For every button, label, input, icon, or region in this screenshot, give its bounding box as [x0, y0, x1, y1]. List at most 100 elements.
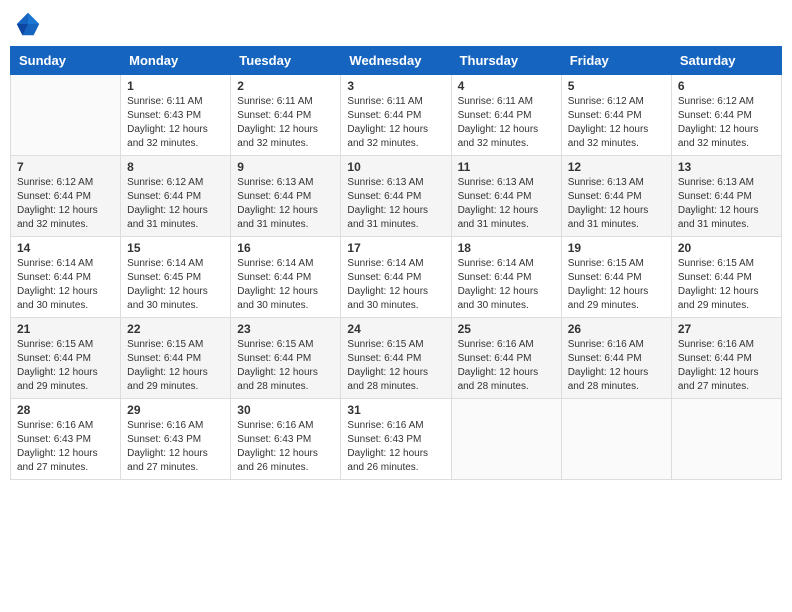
calendar-cell: [451, 399, 561, 480]
day-number: 11: [458, 160, 555, 174]
day-info: Sunrise: 6:14 AM Sunset: 6:45 PM Dayligh…: [127, 257, 224, 313]
calendar-cell: 10 Sunrise: 6:13 AM Sunset: 6:44 PM Dayli…: [341, 156, 451, 237]
day-info: Sunrise: 6:16 AM Sunset: 6:44 PM Dayligh…: [568, 338, 665, 394]
day-number: 14: [17, 241, 114, 255]
calendar-header-saturday: Saturday: [671, 47, 781, 75]
day-info: Sunrise: 6:16 AM Sunset: 6:43 PM Dayligh…: [237, 419, 334, 475]
day-number: 15: [127, 241, 224, 255]
day-number: 24: [347, 322, 444, 336]
day-number: 27: [678, 322, 775, 336]
calendar-cell: 1 Sunrise: 6:11 AM Sunset: 6:43 PM Daylig…: [121, 75, 231, 156]
day-number: 22: [127, 322, 224, 336]
day-number: 29: [127, 403, 224, 417]
day-number: 1: [127, 79, 224, 93]
day-info: Sunrise: 6:13 AM Sunset: 6:44 PM Dayligh…: [678, 176, 775, 232]
day-info: Sunrise: 6:11 AM Sunset: 6:43 PM Dayligh…: [127, 95, 224, 151]
page-header: [10, 10, 782, 38]
logo-icon: [14, 10, 42, 38]
day-info: Sunrise: 6:13 AM Sunset: 6:44 PM Dayligh…: [568, 176, 665, 232]
calendar-cell: 15 Sunrise: 6:14 AM Sunset: 6:45 PM Dayli…: [121, 237, 231, 318]
day-info: Sunrise: 6:15 AM Sunset: 6:44 PM Dayligh…: [678, 257, 775, 313]
calendar-cell: 12 Sunrise: 6:13 AM Sunset: 6:44 PM Dayli…: [561, 156, 671, 237]
day-info: Sunrise: 6:16 AM Sunset: 6:44 PM Dayligh…: [678, 338, 775, 394]
calendar-cell: 22 Sunrise: 6:15 AM Sunset: 6:44 PM Dayli…: [121, 318, 231, 399]
day-number: 31: [347, 403, 444, 417]
day-number: 5: [568, 79, 665, 93]
day-info: Sunrise: 6:11 AM Sunset: 6:44 PM Dayligh…: [458, 95, 555, 151]
logo: [14, 10, 46, 38]
calendar-header-friday: Friday: [561, 47, 671, 75]
calendar-cell: 23 Sunrise: 6:15 AM Sunset: 6:44 PM Dayli…: [231, 318, 341, 399]
day-info: Sunrise: 6:12 AM Sunset: 6:44 PM Dayligh…: [568, 95, 665, 151]
day-number: 28: [17, 403, 114, 417]
day-info: Sunrise: 6:15 AM Sunset: 6:44 PM Dayligh…: [347, 338, 444, 394]
day-info: Sunrise: 6:12 AM Sunset: 6:44 PM Dayligh…: [678, 95, 775, 151]
calendar-header-tuesday: Tuesday: [231, 47, 341, 75]
calendar-week-4: 21 Sunrise: 6:15 AM Sunset: 6:44 PM Dayli…: [11, 318, 782, 399]
calendar-cell: 17 Sunrise: 6:14 AM Sunset: 6:44 PM Dayli…: [341, 237, 451, 318]
calendar-cell: 2 Sunrise: 6:11 AM Sunset: 6:44 PM Daylig…: [231, 75, 341, 156]
day-number: 30: [237, 403, 334, 417]
calendar-cell: 18 Sunrise: 6:14 AM Sunset: 6:44 PM Dayli…: [451, 237, 561, 318]
calendar-cell: 13 Sunrise: 6:13 AM Sunset: 6:44 PM Dayli…: [671, 156, 781, 237]
day-info: Sunrise: 6:16 AM Sunset: 6:43 PM Dayligh…: [127, 419, 224, 475]
day-number: 18: [458, 241, 555, 255]
day-number: 23: [237, 322, 334, 336]
day-info: Sunrise: 6:11 AM Sunset: 6:44 PM Dayligh…: [237, 95, 334, 151]
day-number: 7: [17, 160, 114, 174]
calendar-cell: 5 Sunrise: 6:12 AM Sunset: 6:44 PM Daylig…: [561, 75, 671, 156]
day-number: 20: [678, 241, 775, 255]
calendar-cell: 8Sunrise: 6:12 AM Sunset: 6:44 PM Daylig…: [121, 156, 231, 237]
day-info: Sunrise: 6:13 AM Sunset: 6:44 PM Dayligh…: [237, 176, 334, 232]
calendar-cell: 14 Sunrise: 6:14 AM Sunset: 6:44 PM Dayli…: [11, 237, 121, 318]
day-number: 9: [237, 160, 334, 174]
day-info: Sunrise: 6:14 AM Sunset: 6:44 PM Dayligh…: [17, 257, 114, 313]
calendar-table: SundayMondayTuesdayWednesdayThursdayFrid…: [10, 46, 782, 480]
day-info: Sunrise: 6:16 AM Sunset: 6:43 PM Dayligh…: [17, 419, 114, 475]
calendar-cell: 27 Sunrise: 6:16 AM Sunset: 6:44 PM Dayli…: [671, 318, 781, 399]
calendar-cell: 19Sunrise: 6:15 AM Sunset: 6:44 PM Dayli…: [561, 237, 671, 318]
day-number: 12: [568, 160, 665, 174]
calendar-header-thursday: Thursday: [451, 47, 561, 75]
calendar-cell: 11 Sunrise: 6:13 AM Sunset: 6:44 PM Dayli…: [451, 156, 561, 237]
day-number: 2: [237, 79, 334, 93]
calendar-cell: 26 Sunrise: 6:16 AM Sunset: 6:44 PM Dayli…: [561, 318, 671, 399]
calendar-cell: [671, 399, 781, 480]
calendar-cell: 21Sunrise: 6:15 AM Sunset: 6:44 PM Dayli…: [11, 318, 121, 399]
calendar-cell: 31 Sunrise: 6:16 AM Sunset: 6:43 PM Dayli…: [341, 399, 451, 480]
day-number: 19: [568, 241, 665, 255]
day-info: Sunrise: 6:12 AM Sunset: 6:44 PM Dayligh…: [17, 176, 114, 232]
day-info: Sunrise: 6:15 AM Sunset: 6:44 PM Dayligh…: [127, 338, 224, 394]
day-info: Sunrise: 6:16 AM Sunset: 6:43 PM Dayligh…: [347, 419, 444, 475]
calendar-cell: 6 Sunrise: 6:12 AM Sunset: 6:44 PM Daylig…: [671, 75, 781, 156]
day-info: Sunrise: 6:11 AM Sunset: 6:44 PM Dayligh…: [347, 95, 444, 151]
day-info: Sunrise: 6:13 AM Sunset: 6:44 PM Dayligh…: [347, 176, 444, 232]
day-info: Sunrise: 6:15 AM Sunset: 6:44 PM Dayligh…: [237, 338, 334, 394]
day-number: 17: [347, 241, 444, 255]
calendar-week-5: 28 Sunrise: 6:16 AM Sunset: 6:43 PM Dayli…: [11, 399, 782, 480]
calendar-cell: 25Sunrise: 6:16 AM Sunset: 6:44 PM Dayli…: [451, 318, 561, 399]
calendar-week-3: 14 Sunrise: 6:14 AM Sunset: 6:44 PM Dayli…: [11, 237, 782, 318]
calendar-cell: 7 Sunrise: 6:12 AM Sunset: 6:44 PM Daylig…: [11, 156, 121, 237]
day-number: 25: [458, 322, 555, 336]
day-number: 13: [678, 160, 775, 174]
day-info: Sunrise: 6:14 AM Sunset: 6:44 PM Dayligh…: [458, 257, 555, 313]
calendar-cell: [11, 75, 121, 156]
calendar-cell: 4Sunrise: 6:11 AM Sunset: 6:44 PM Daylig…: [451, 75, 561, 156]
day-number: 3: [347, 79, 444, 93]
day-info: Sunrise: 6:13 AM Sunset: 6:44 PM Dayligh…: [458, 176, 555, 232]
calendar-cell: 20 Sunrise: 6:15 AM Sunset: 6:44 PM Dayli…: [671, 237, 781, 318]
day-info: Sunrise: 6:14 AM Sunset: 6:44 PM Dayligh…: [347, 257, 444, 313]
calendar-week-2: 7 Sunrise: 6:12 AM Sunset: 6:44 PM Daylig…: [11, 156, 782, 237]
calendar-cell: 9 Sunrise: 6:13 AM Sunset: 6:44 PM Daylig…: [231, 156, 341, 237]
calendar-cell: 30 Sunrise: 6:16 AM Sunset: 6:43 PM Dayli…: [231, 399, 341, 480]
day-number: 16: [237, 241, 334, 255]
day-number: 26: [568, 322, 665, 336]
day-number: 6: [678, 79, 775, 93]
day-number: 10: [347, 160, 444, 174]
calendar-header-wednesday: Wednesday: [341, 47, 451, 75]
calendar-cell: 24 Sunrise: 6:15 AM Sunset: 6:44 PM Dayli…: [341, 318, 451, 399]
day-number: 21: [17, 322, 114, 336]
calendar-cell: 29 Sunrise: 6:16 AM Sunset: 6:43 PM Dayli…: [121, 399, 231, 480]
calendar-week-1: 1 Sunrise: 6:11 AM Sunset: 6:43 PM Daylig…: [11, 75, 782, 156]
